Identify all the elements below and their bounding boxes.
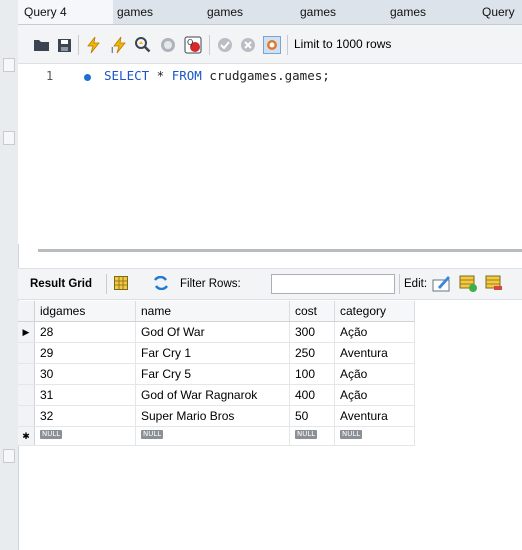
column-header-category[interactable]: category — [334, 301, 415, 322]
svg-text:Q: Q — [187, 38, 193, 47]
grid-header-row: idgames name cost category — [18, 301, 415, 322]
cell-cost[interactable]: 300 — [289, 321, 335, 343]
result-grid-button[interactable]: Result Grid — [30, 278, 92, 290]
cell-cost[interactable]: 250 — [289, 342, 335, 364]
cell-idgames[interactable]: 31 — [34, 384, 136, 406]
row-selector[interactable] — [18, 342, 35, 364]
current-row-marker: ▶ — [18, 321, 35, 343]
cell-cost[interactable]: 100 — [289, 363, 335, 385]
tab-games[interactable]: games — [203, 0, 296, 24]
sql-table-ref: crudgames.games; — [201, 68, 330, 83]
left-side-panel — [0, 0, 19, 550]
cell-name[interactable]: Far Cry 1 — [135, 342, 290, 364]
null-cell[interactable]: NULL — [135, 426, 290, 446]
cell-idgames[interactable]: 29 — [34, 342, 136, 364]
execute-selection-icon[interactable]: I — [110, 36, 128, 54]
filter-rows-label: Filter Rows: — [180, 278, 241, 290]
commit-icon[interactable] — [216, 36, 234, 54]
table-row[interactable]: 30 Far Cry 5 100 Ação — [18, 363, 415, 385]
cell-name[interactable]: Far Cry 5 — [135, 363, 290, 385]
result-grid[interactable]: idgames name cost category ▶ 28 God Of W… — [18, 301, 415, 446]
tab-query[interactable]: Query — [480, 0, 522, 24]
cell-idgames[interactable]: 32 — [34, 405, 136, 427]
cell-category[interactable]: Ação — [334, 384, 415, 406]
sql-editor-toolbar: I Q Limit to 1000 rows — [18, 25, 522, 64]
folder-open-icon[interactable] — [32, 36, 50, 54]
sql-keyword-select: SELECT — [104, 68, 150, 83]
cell-name[interactable]: God Of War — [135, 321, 290, 343]
cell-category[interactable]: Aventura — [334, 342, 415, 364]
sql-keyword-from: FROM — [171, 68, 202, 83]
rollback-icon[interactable] — [239, 36, 257, 54]
column-header-name[interactable]: name — [135, 301, 290, 322]
null-badge: NULL — [295, 430, 318, 439]
row-selector[interactable] — [18, 384, 35, 406]
save-icon[interactable] — [55, 36, 73, 54]
panel-handle[interactable] — [3, 449, 15, 463]
sql-editor[interactable]: 1 SELECT * FROM crudgames.games; — [18, 64, 522, 244]
cell-name[interactable]: Super Mario Bros — [135, 405, 290, 427]
panel-splitter[interactable] — [38, 249, 522, 252]
null-cell[interactable]: NULL — [34, 426, 136, 446]
null-badge: NULL — [340, 430, 363, 439]
column-header-idgames[interactable]: idgames — [34, 301, 136, 322]
panel-handle[interactable] — [3, 58, 15, 72]
table-row[interactable]: 29 Far Cry 1 250 Aventura — [18, 342, 415, 364]
cell-idgames[interactable]: 28 — [34, 321, 136, 343]
tab-query-4[interactable]: Query 4 — [18, 0, 113, 24]
cell-category[interactable]: Aventura — [334, 405, 415, 427]
cell-idgames[interactable]: 30 — [34, 363, 136, 385]
tab-games[interactable]: games — [296, 0, 386, 24]
null-badge: NULL — [141, 430, 164, 439]
limit-rows-select[interactable]: Limit to 1000 rows — [294, 37, 391, 51]
sql-query-text[interactable]: SELECT * FROM crudgames.games; — [104, 68, 330, 83]
row-selector[interactable] — [18, 405, 35, 427]
autocommit-icon[interactable] — [263, 36, 281, 54]
row-selector[interactable] — [18, 363, 35, 385]
grid-layout-icon[interactable] — [114, 276, 128, 293]
add-row-icon[interactable] — [459, 274, 477, 295]
explain-icon[interactable] — [134, 36, 152, 54]
table-row[interactable]: 32 Super Mario Bros 50 Aventura — [18, 405, 415, 427]
table-row[interactable]: 31 God of War Ragnarok 400 Ação — [18, 384, 415, 406]
sql-star: * — [149, 68, 172, 83]
cell-category[interactable]: Ação — [334, 363, 415, 385]
edit-label: Edit: — [404, 278, 428, 290]
query-tab-bar: Query 4 games games games games Query — [18, 0, 522, 25]
tab-games[interactable]: games — [113, 0, 203, 24]
row-selector-header — [18, 301, 35, 322]
panel-handle[interactable] — [3, 131, 15, 145]
delete-row-icon[interactable] — [485, 274, 503, 295]
cell-cost[interactable]: 50 — [289, 405, 335, 427]
new-row[interactable]: ✱ NULL NULL NULL NULL — [18, 426, 415, 446]
toggle-error-icon[interactable]: Q — [184, 36, 202, 54]
table-row[interactable]: ▶ 28 God Of War 300 Ação — [18, 321, 415, 343]
null-badge: NULL — [40, 430, 63, 439]
line-number: 1 — [46, 69, 54, 83]
column-header-cost[interactable]: cost — [289, 301, 335, 322]
edit-cell-icon[interactable] — [432, 274, 452, 295]
statement-marker-icon — [84, 74, 91, 81]
tab-games[interactable]: games — [386, 0, 480, 24]
new-row-marker: ✱ — [18, 426, 35, 446]
filter-icon[interactable] — [153, 275, 169, 293]
svg-text:I: I — [111, 46, 113, 54]
null-cell[interactable]: NULL — [289, 426, 335, 446]
cell-name[interactable]: God of War Ragnarok — [135, 384, 290, 406]
result-toolbar: Result Grid Filter Rows: Edit: — [18, 268, 522, 300]
execute-icon[interactable] — [85, 36, 103, 54]
stop-icon[interactable] — [159, 36, 177, 54]
null-cell[interactable]: NULL — [334, 426, 415, 446]
filter-rows-input[interactable] — [271, 274, 395, 294]
cell-cost[interactable]: 400 — [289, 384, 335, 406]
cell-category[interactable]: Ação — [334, 321, 415, 343]
